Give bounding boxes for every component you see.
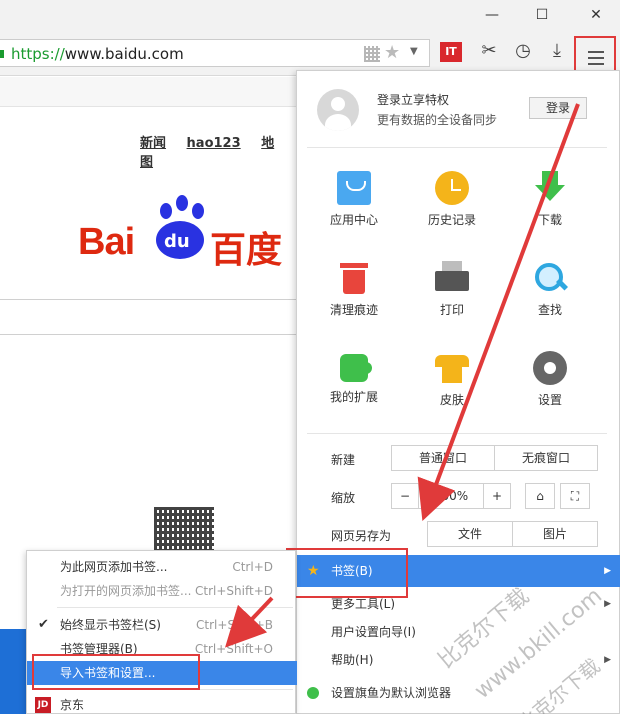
zoom-label: 缩放 <box>331 491 356 505</box>
show-bookmark-bar-item[interactable]: ✔ 始终显示书签栏(S) Ctrl+Shift+B <box>27 613 297 637</box>
title-bar: — ☐ ✕ <box>0 0 620 30</box>
login-title: 登录立享特权 <box>377 93 450 107</box>
paw-icon: du <box>148 195 218 265</box>
bookmark-open-tabs-item: 为打开的网页添加书签... Ctrl+Shift+D <box>60 584 273 598</box>
menu-item-help[interactable]: 帮助(H) ▶ <box>297 644 620 676</box>
puzzle-icon <box>340 354 372 382</box>
download-button[interactable]: 下载 <box>505 171 595 228</box>
new-private-window-button[interactable]: 无痕窗口 <box>494 445 598 471</box>
new-normal-window-button[interactable]: 普通窗口 <box>391 445 495 471</box>
qr-code-icon[interactable] <box>364 46 380 62</box>
it-extension-icon[interactable]: IT <box>440 42 462 62</box>
trash-icon <box>340 261 368 295</box>
shirt-icon <box>435 351 469 385</box>
chevron-down-icon[interactable]: ▼ <box>410 46 418 57</box>
save-as-file-button[interactable]: 文件 <box>427 521 513 547</box>
maximize-button[interactable]: ☐ <box>530 4 554 26</box>
scissors-icon[interactable]: ✂ <box>476 38 502 64</box>
import-highlight <box>32 654 200 690</box>
save-as-label: 网页另存为 <box>331 529 392 543</box>
clock-icon[interactable]: ◷ <box>510 38 536 64</box>
address-bar[interactable]: https://www.baidu.com ★ ▼ <box>0 39 430 67</box>
clean-traces-button[interactable]: 清理痕迹 <box>309 261 399 318</box>
minimize-button[interactable]: — <box>480 4 504 26</box>
zoom-value: 100% <box>418 483 484 509</box>
hao123-link[interactable]: hao123 <box>187 136 241 151</box>
bookmark-jd[interactable]: JD 京东 <box>27 693 297 714</box>
app-center-button[interactable]: 应用中心 <box>309 171 399 228</box>
lock-icon[interactable]: ⌂ <box>525 483 555 509</box>
check-icon: ✔ <box>38 617 49 632</box>
print-button[interactable]: 打印 <box>407 261 497 318</box>
url-text: https://www.baidu.com <box>11 45 184 63</box>
search-icon <box>533 261 567 295</box>
skin-button[interactable]: 皮肤 <box>407 351 497 408</box>
zoom-in-button[interactable]: + <box>483 483 511 509</box>
search-box[interactable] <box>0 299 296 335</box>
find-button[interactable]: 查找 <box>505 261 595 318</box>
baidu-logo: Bai du 百度 <box>78 195 298 271</box>
check-circle-icon <box>307 687 319 699</box>
star-icon[interactable]: ★ <box>384 42 400 63</box>
chevron-right-icon: ▶ <box>604 566 611 576</box>
news-link[interactable]: 新闻 <box>140 136 166 151</box>
avatar[interactable] <box>317 89 359 131</box>
chevron-right-icon: ▶ <box>604 655 611 665</box>
settings-button[interactable]: 设置 <box>505 351 595 408</box>
jd-icon: JD <box>35 697 51 713</box>
menu-item-set-default[interactable]: 设置旗鱼为默认浏览器 <box>297 677 620 709</box>
printer-icon <box>435 261 469 295</box>
top-links: 新闻 hao123 地图 <box>140 132 296 170</box>
history-button[interactable]: 历史记录 <box>407 171 497 228</box>
extensions-button[interactable]: 我的扩展 <box>309 351 399 405</box>
bookmark-bar <box>0 77 296 107</box>
secure-indicator <box>0 50 4 58</box>
history-icon <box>435 171 469 205</box>
main-menu: 登录立享特权 更有数据的全设备同步 登录 应用中心 历史记录 下载 清理痕迹 打… <box>296 70 620 714</box>
save-as-image-button[interactable]: 图片 <box>512 521 598 547</box>
login-button[interactable]: 登录 <box>529 97 587 119</box>
divider <box>307 433 607 434</box>
app-center-icon <box>337 171 371 205</box>
zoom-out-button[interactable]: − <box>391 483 419 509</box>
close-button[interactable]: ✕ <box>584 4 608 26</box>
qr-code-image <box>154 507 214 552</box>
divider <box>307 147 607 148</box>
login-subtitle: 更有数据的全设备同步 <box>377 113 498 127</box>
download-arrow-icon[interactable]: ⤓ <box>544 38 570 64</box>
divider <box>57 607 293 608</box>
add-bookmark-item[interactable]: 为此网页添加书签... Ctrl+D <box>27 555 297 579</box>
bookmarks-highlight <box>286 548 408 598</box>
gear-icon <box>533 351 567 385</box>
fullscreen-icon[interactable]: ⛶ <box>560 483 590 509</box>
hamburger-icon <box>588 51 604 65</box>
download-icon <box>533 171 567 205</box>
new-label: 新建 <box>331 453 356 467</box>
